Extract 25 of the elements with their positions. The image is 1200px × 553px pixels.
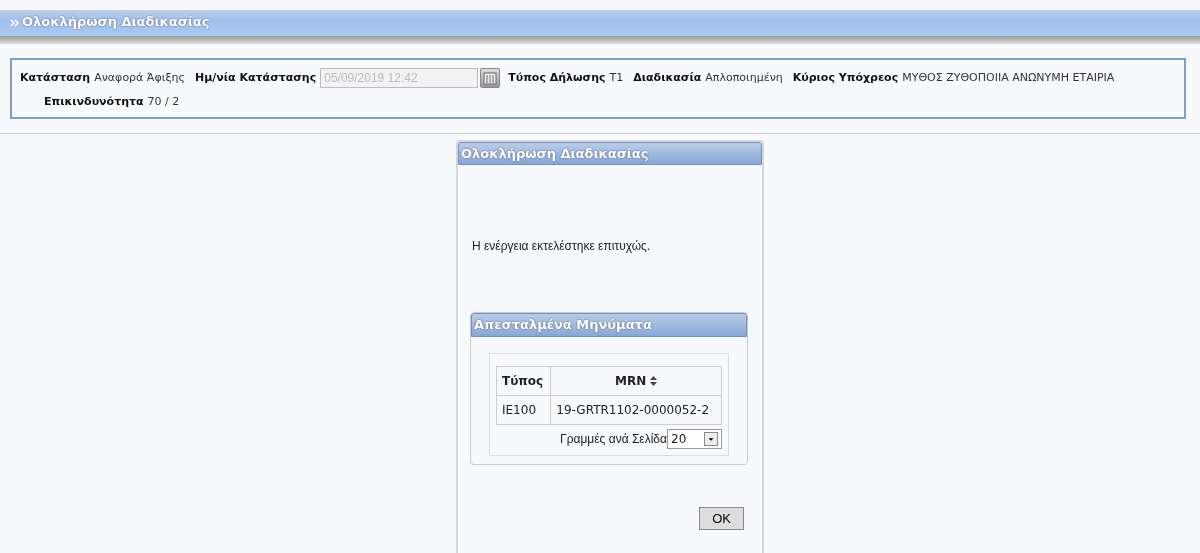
double-chevron-icon [10, 18, 19, 27]
rows-per-page-label: Γραμμές ανά Σελίδα [560, 430, 667, 448]
field-label: Κατάσταση [20, 69, 91, 86]
field-value: ΜΥΘΟΣ ΖΥΘΟΠΟΙΙΑ ΑΝΩΝΥΜΗ ΕΤΑΙΡΙΑ [902, 69, 1115, 86]
ok-button[interactable]: OK [699, 506, 744, 530]
column-header[interactable]: MRN [550, 366, 722, 395]
field-value: Απλοποιημένη [705, 69, 783, 86]
sort-icon [650, 376, 658, 386]
dialog-title: Ολοκλήρωση Διαδικασίας [458, 141, 762, 165]
field-label: Διαδικασία [633, 69, 702, 86]
table-cell: IE100 [496, 395, 551, 424]
field-label: Κύριος Υπόχρεος [792, 69, 899, 86]
page-title: Ολοκλήρωση Διαδικασίας [22, 14, 210, 29]
success-message: Η ενέργεια εκτελέστηκε επιτυχώς. [472, 238, 652, 255]
field-label: Τύπος Δήλωσης [508, 69, 606, 86]
panel-title: Απεσταλμένα Μηνύματα [471, 313, 747, 337]
field-value: 70 / 2 [147, 94, 180, 110]
field-label: Ημ/νία Κατάστασης [195, 69, 317, 86]
field-label: Επικινδυνότητα [44, 94, 144, 110]
calendar-button[interactable] [480, 68, 501, 88]
rows-per-page-select[interactable]: 20 [667, 428, 722, 449]
field-value: Αναφορά Άφιξης [94, 69, 185, 86]
column-header: Τύπος [496, 366, 551, 395]
table-cell: 19-GRTR1102-0000052-2 [550, 395, 722, 424]
field-value: T1 [609, 69, 624, 86]
